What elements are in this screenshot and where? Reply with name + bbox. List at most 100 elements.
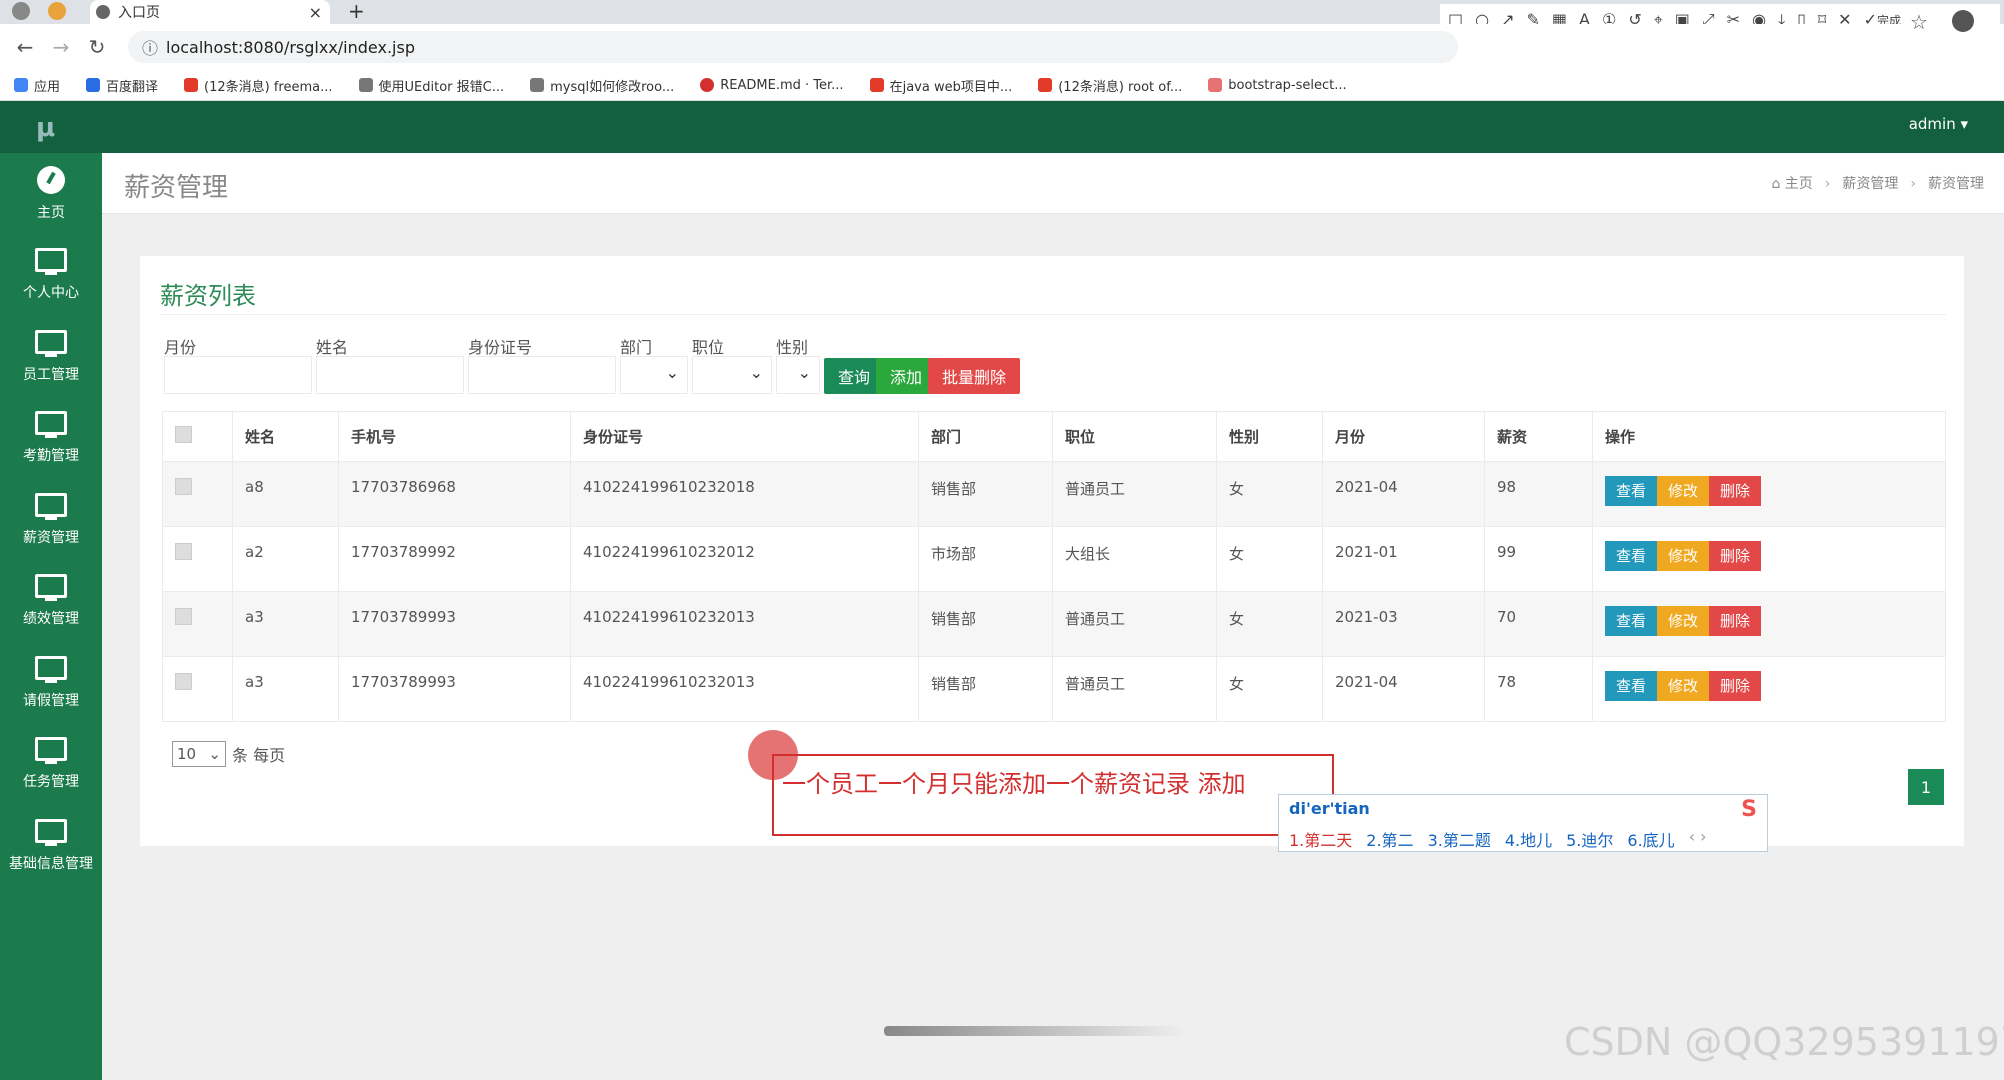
- delete-button[interactable]: 删除: [1709, 671, 1761, 701]
- edit-button[interactable]: 修改: [1657, 541, 1709, 571]
- edit-button[interactable]: 修改: [1657, 606, 1709, 636]
- page-size-select[interactable]: 10 ⌄: [172, 741, 226, 767]
- per-page-label: 条 每页: [232, 746, 286, 765]
- ime-candidate[interactable]: 6.底儿: [1627, 827, 1674, 851]
- edit-button[interactable]: 修改: [1657, 476, 1709, 506]
- breadcrumb-home[interactable]: 主页: [1785, 176, 1813, 192]
- reload-icon[interactable]: ↻: [86, 35, 108, 59]
- bookmark-item[interactable]: mysql如何修改roo...: [530, 76, 674, 95]
- dept-select[interactable]: [620, 356, 688, 394]
- sidebar-item-basic-info[interactable]: 基础信息管理: [0, 805, 102, 887]
- delete-button[interactable]: 删除: [1709, 541, 1761, 571]
- cell-salary: 78: [1484, 656, 1593, 722]
- cell-name: a3: [232, 656, 339, 722]
- bookmark-item[interactable]: 应用: [14, 76, 60, 95]
- url-input[interactable]: ⓘ localhost:8080/rsglxx/index.jsp: [128, 31, 1458, 63]
- delete-button[interactable]: 删除: [1709, 606, 1761, 636]
- breadcrumb: ⌂ 主页 › 薪资管理 › 薪资管理: [1771, 173, 1984, 193]
- delete-button[interactable]: 删除: [1709, 476, 1761, 506]
- profile-avatar[interactable]: [1952, 10, 1974, 32]
- sidebar-item-home[interactable]: 主页: [0, 153, 102, 235]
- ime-candidate[interactable]: 4.地儿: [1505, 827, 1552, 851]
- sidebar-item-performance[interactable]: 绩效管理: [0, 561, 102, 643]
- column-header: 性别: [1216, 411, 1323, 462]
- new-tab-button[interactable]: +: [348, 0, 365, 22]
- watermark: CSDN @QQ3295391197: [1564, 1020, 2004, 1064]
- cell-month: 2021-04: [1322, 461, 1485, 527]
- id-card-input[interactable]: [468, 356, 616, 394]
- batch-delete-button[interactable]: 批量删除: [928, 358, 1020, 394]
- view-button[interactable]: 查看: [1605, 671, 1657, 701]
- month-label: 月份: [164, 338, 197, 357]
- row-checkbox[interactable]: [175, 478, 192, 495]
- site-icon: [530, 78, 545, 92]
- monitor-icon: [35, 492, 67, 520]
- annotation-text-box[interactable]: 一个员工一个月只能添加一个薪资记录 添加: [772, 754, 1334, 836]
- page-number-button[interactable]: 1: [1908, 769, 1944, 805]
- column-header: 薪资: [1484, 411, 1593, 462]
- salary-table: 姓名 手机号 身份证号 部门 职位 性别 月份 薪资 操作 a8 1770378…: [162, 411, 1946, 722]
- window-icon[interactable]: [12, 2, 30, 20]
- tab-favicon-icon: [96, 5, 110, 19]
- row-checkbox[interactable]: [175, 673, 192, 690]
- edit-button[interactable]: 修改: [1657, 671, 1709, 701]
- forward-icon[interactable]: →: [50, 35, 72, 59]
- sidebar-item-attendance[interactable]: 考勤管理: [0, 398, 102, 480]
- ime-page-arrows[interactable]: ‹ ›: [1689, 827, 1707, 851]
- bookmark-item[interactable]: README.md · Ter...: [700, 78, 844, 93]
- name-label: 姓名: [316, 338, 349, 357]
- user-menu[interactable]: admin ▾: [1909, 115, 1968, 133]
- select-all-cell: [162, 411, 233, 462]
- month-input[interactable]: [164, 356, 312, 394]
- sidebar-item-leave[interactable]: 请假管理: [0, 642, 102, 724]
- breadcrumb-section[interactable]: 薪资管理: [1842, 176, 1898, 192]
- ime-candidate[interactable]: 5.迪尔: [1566, 827, 1613, 851]
- page-title: 薪资管理: [124, 173, 229, 203]
- browser-tab[interactable]: 入口页 ×: [90, 0, 330, 24]
- column-header: 手机号: [338, 411, 571, 462]
- gender-select[interactable]: [776, 356, 820, 394]
- ime-candidate[interactable]: 1.第二天: [1289, 827, 1352, 851]
- position-select[interactable]: [692, 356, 772, 394]
- row-checkbox[interactable]: [175, 543, 192, 560]
- query-button[interactable]: 查询: [824, 358, 884, 394]
- site-info-icon[interactable]: ⓘ: [142, 35, 158, 59]
- chrome-icon[interactable]: [48, 2, 66, 20]
- view-button[interactable]: 查看: [1605, 476, 1657, 506]
- column-header: 身份证号: [570, 411, 919, 462]
- ime-candidate[interactable]: 3.第二题: [1428, 827, 1491, 851]
- column-header: 职位: [1052, 411, 1217, 462]
- select-all-checkbox[interactable]: [175, 426, 192, 443]
- monitor-icon: [35, 329, 67, 357]
- cell-dept: 市场部: [918, 526, 1053, 592]
- row-checkbox[interactable]: [175, 608, 192, 625]
- breadcrumb-current: 薪资管理: [1928, 176, 1984, 192]
- cell-month: 2021-01: [1322, 526, 1485, 592]
- ime-candidate[interactable]: 2.第二: [1366, 827, 1413, 851]
- add-button[interactable]: 添加: [876, 358, 936, 394]
- view-button[interactable]: 查看: [1605, 541, 1657, 571]
- sidebar-item-tasks[interactable]: 任务管理: [0, 724, 102, 806]
- back-icon[interactable]: ←: [14, 35, 36, 59]
- monitor-icon: [35, 248, 67, 276]
- bookmark-item[interactable]: bootstrap-select...: [1208, 78, 1347, 93]
- sidebar-item-profile[interactable]: 个人中心: [0, 235, 102, 317]
- bookmark-item[interactable]: (12条消息) root of...: [1038, 76, 1182, 95]
- cell-id: 410224199610232018: [570, 461, 919, 527]
- cell-gender: 女: [1216, 526, 1323, 592]
- view-button[interactable]: 查看: [1605, 606, 1657, 636]
- name-input[interactable]: [316, 356, 464, 394]
- sidebar-item-employees[interactable]: 员工管理: [0, 316, 102, 398]
- tab-close-icon[interactable]: ×: [309, 3, 322, 22]
- sidebar-item-salary[interactable]: 薪资管理: [0, 479, 102, 561]
- bookmark-item[interactable]: 百度翻译: [86, 76, 158, 95]
- bookmark-star-icon[interactable]: ☆: [1910, 10, 1928, 34]
- bookmarks-bar: 应用 百度翻译 (12条消息) freema... 使用UEditor 报错C.…: [0, 70, 2004, 101]
- bookmark-item[interactable]: 使用UEditor 报错C...: [358, 76, 504, 95]
- cell-actions: 查看 修改 删除: [1592, 526, 1946, 592]
- bookmark-item[interactable]: (12条消息) freema...: [184, 76, 333, 95]
- dept-label: 部门: [620, 338, 653, 357]
- cell-dept: 销售部: [918, 461, 1053, 527]
- bookmark-item[interactable]: 在java web项目中...: [869, 76, 1012, 95]
- cell-actions: 查看 修改 删除: [1592, 461, 1946, 527]
